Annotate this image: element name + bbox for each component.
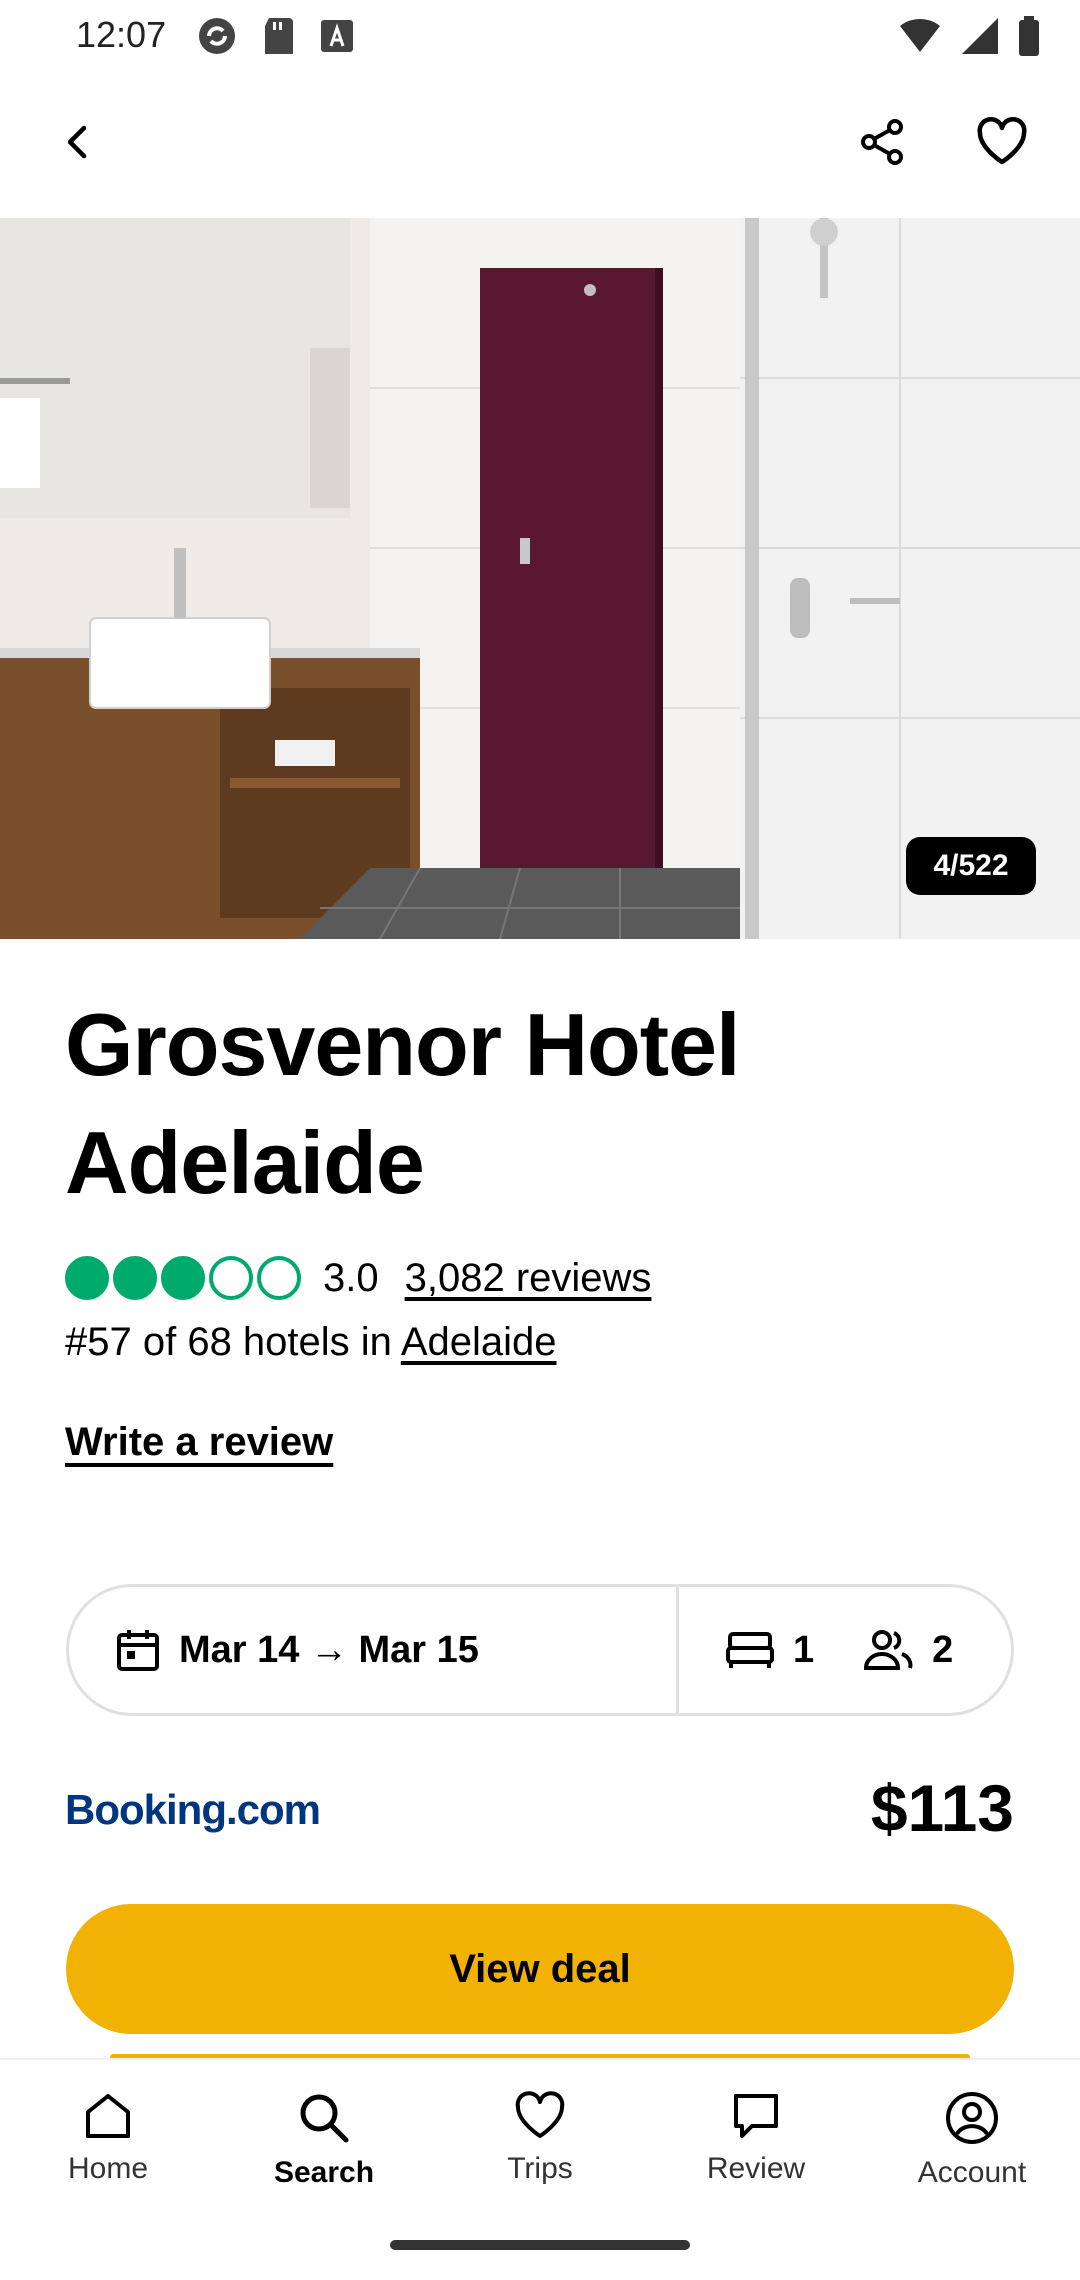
write-review-link[interactable]: Write a review xyxy=(65,1420,333,1465)
dates-label: Mar 14 → Mar 15 xyxy=(179,1628,479,1671)
share-icon xyxy=(861,119,903,165)
hotel-name: Grosvenor Hotel Adelaide xyxy=(65,995,740,1212)
nav-review[interactable]: Review xyxy=(648,2090,864,2186)
nav-account[interactable]: Account xyxy=(864,2090,1080,2190)
calendar-icon xyxy=(117,1630,159,1671)
top-app-bar xyxy=(0,80,1080,220)
provider-logo: Booking.com xyxy=(65,1786,321,1833)
wifi-icon xyxy=(900,18,940,52)
reviews-link[interactable]: 3,082 reviews xyxy=(405,1256,652,1301)
share-button[interactable] xyxy=(832,92,932,192)
guests-icon xyxy=(864,1630,913,1670)
home-icon xyxy=(86,2094,130,2138)
rating-bubble-icon xyxy=(113,1256,157,1300)
rating-bubble-icon xyxy=(257,1256,301,1300)
heart-icon xyxy=(977,117,1027,165)
notification-icons xyxy=(195,14,355,58)
nav-home[interactable]: Home xyxy=(0,2090,216,2186)
nav-search[interactable]: Search xyxy=(216,2090,432,2190)
font-icon xyxy=(321,20,353,52)
city-link[interactable]: Adelaide xyxy=(401,1320,557,1364)
booking-selector: Mar 14 → Mar 15 1 2 xyxy=(66,1584,1014,1716)
bathroom-photo xyxy=(0,218,1080,939)
nav-trips[interactable]: Trips xyxy=(432,2090,648,2186)
rating-bubble-icon xyxy=(65,1256,109,1300)
nav-account-label: Account xyxy=(917,2156,1027,2189)
sd-card-icon xyxy=(265,18,293,54)
search-icon xyxy=(300,2094,349,2143)
guests-count: 2 xyxy=(932,1628,954,1671)
nav-review-label: Review xyxy=(706,2152,806,2185)
chevron-left-icon xyxy=(67,125,87,159)
review-bubble-icon xyxy=(734,2094,778,2138)
rooms-guests-selector[interactable]: 1 2 xyxy=(679,1587,1011,1713)
bed-icon xyxy=(726,1632,774,1668)
nav-trips-label: Trips xyxy=(507,2152,573,2185)
battery-icon xyxy=(1019,16,1039,56)
rating-row: 3.0 3,082 reviews xyxy=(65,1248,651,1308)
status-bar: 12:07 xyxy=(0,0,1080,70)
signal-icon xyxy=(962,18,998,54)
heart-icon xyxy=(515,2091,565,2138)
hotel-photo[interactable]: 4/522 xyxy=(0,218,1080,939)
account-icon xyxy=(946,2092,998,2144)
photo-counter-badge: 4/522 xyxy=(906,837,1036,895)
ranking: #57 of 68 hotels in Adelaide xyxy=(65,1320,557,1365)
rating-bubble-icon xyxy=(161,1256,205,1300)
home-gesture-bar[interactable] xyxy=(390,2240,690,2250)
sync-app-icon xyxy=(199,18,235,54)
rating-bubble-icon xyxy=(209,1256,253,1300)
system-icons xyxy=(898,14,1040,58)
nav-search-label: Search xyxy=(273,2156,375,2189)
save-button[interactable] xyxy=(952,92,1052,192)
rooms-count: 1 xyxy=(793,1628,815,1671)
rank-text: #57 of 68 hotels in xyxy=(65,1320,401,1364)
nav-home-label: Home xyxy=(67,2152,149,2185)
offer-price: $113 xyxy=(870,1771,1014,1845)
view-deal-button[interactable]: View deal xyxy=(66,1904,1014,2034)
status-time: 12:07 xyxy=(76,14,167,55)
rating-value: 3.0 xyxy=(323,1255,379,1300)
rating-bubbles xyxy=(65,1256,301,1300)
date-selector[interactable]: Mar 14 → Mar 15 xyxy=(69,1587,679,1713)
back-button[interactable] xyxy=(28,92,128,192)
